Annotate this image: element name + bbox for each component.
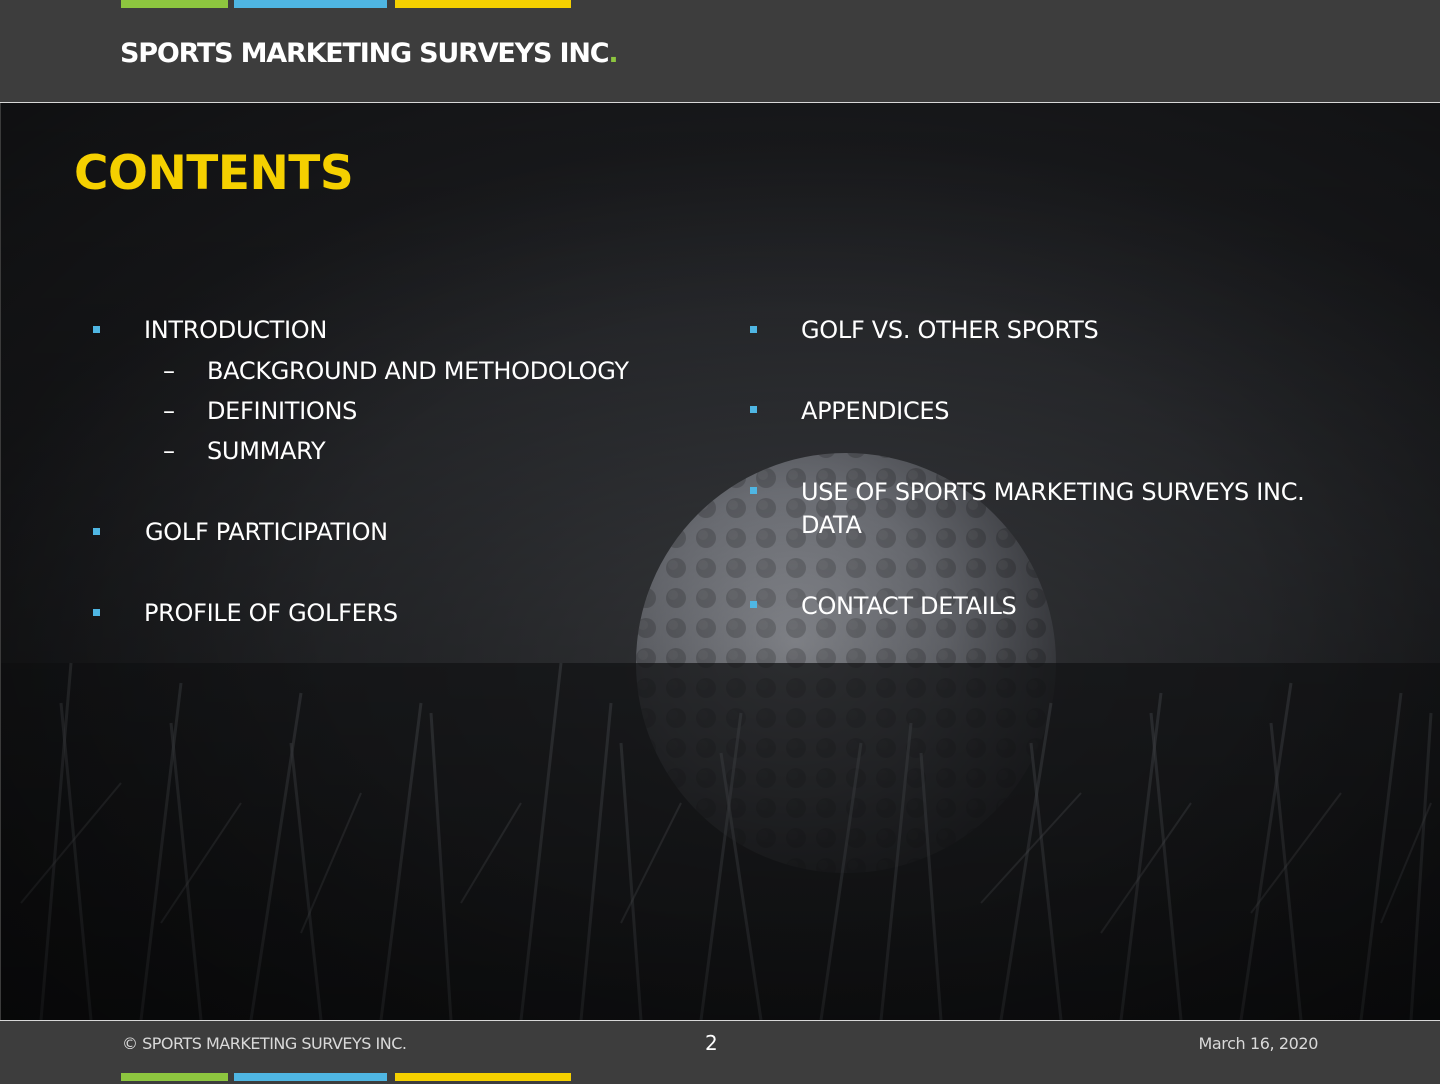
toc-item-use-of-data-line1: USE OF SPORTS MARKETING SURVEYS INC. bbox=[801, 478, 1305, 506]
golf-ball-background-photo bbox=[1, 103, 1440, 1020]
bullet-profile-of-golfers bbox=[93, 609, 100, 616]
bullet-golf-participation bbox=[93, 528, 100, 535]
toc-item-golf-participation: GOLF PARTICIPATION bbox=[145, 518, 388, 546]
brand-logo-text: SPORTS MARKETING SURVEYS INC. bbox=[120, 38, 619, 69]
slide-title: CONTENTS bbox=[74, 146, 354, 201]
brand-dot: . bbox=[608, 38, 618, 69]
bullet-appendices bbox=[750, 406, 757, 413]
footer-date: March 16, 2020 bbox=[1198, 1034, 1318, 1053]
dash-summary: – bbox=[163, 437, 175, 465]
slide: SPORTS MARKETING SURVEYS INC. CONTENTS I… bbox=[0, 0, 1440, 1084]
toc-item-golf-vs-other-sports: GOLF VS. OTHER SPORTS bbox=[801, 316, 1099, 344]
slide-header: SPORTS MARKETING SURVEYS INC. bbox=[0, 0, 1440, 103]
header-stripe-blue bbox=[234, 0, 387, 8]
footer-stripe-green bbox=[121, 1073, 228, 1081]
slide-footer: © SPORTS MARKETING SURVEYS INC. 2 March … bbox=[0, 1020, 1440, 1084]
toc-item-contact-details: CONTACT DETAILS bbox=[801, 592, 1017, 620]
brand-name: SPORTS MARKETING SURVEYS INC bbox=[120, 38, 610, 69]
header-stripe-yellow bbox=[395, 0, 571, 8]
toc-item-introduction: INTRODUCTION bbox=[144, 316, 328, 344]
dash-definitions: – bbox=[163, 397, 175, 425]
bullet-golf-vs-other-sports bbox=[750, 326, 757, 333]
golf-ball-illustration bbox=[1, 103, 1440, 1020]
bullet-contact-details bbox=[750, 601, 757, 608]
toc-subitem-background-methodology: BACKGROUND AND METHODOLOGY bbox=[207, 357, 629, 385]
footer-stripe-yellow bbox=[395, 1073, 571, 1081]
footer-copyright: © SPORTS MARKETING SURVEYS INC. bbox=[122, 1034, 407, 1053]
dash-background: – bbox=[163, 357, 175, 385]
footer-stripe-blue bbox=[234, 1073, 387, 1081]
header-stripe-green bbox=[121, 0, 228, 8]
toc-subitem-definitions: DEFINITIONS bbox=[207, 397, 358, 425]
footer-page-number: 2 bbox=[705, 1031, 718, 1055]
toc-subitem-summary: SUMMARY bbox=[207, 437, 326, 465]
toc-item-use-of-data-line2: DATA bbox=[801, 511, 862, 539]
bullet-use-of-data bbox=[750, 487, 757, 494]
toc-item-profile-of-golfers: PROFILE OF GOLFERS bbox=[144, 599, 398, 627]
bullet-introduction bbox=[93, 326, 100, 333]
toc-item-appendices: APPENDICES bbox=[801, 397, 950, 425]
